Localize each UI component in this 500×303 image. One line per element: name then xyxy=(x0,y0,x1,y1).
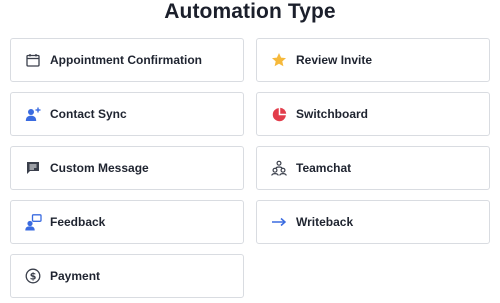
card-label: Teamchat xyxy=(296,161,352,175)
card-writeback[interactable]: Writeback xyxy=(256,200,490,244)
card-contact-sync[interactable]: Contact Sync xyxy=(10,92,244,136)
card-label: Payment xyxy=(50,269,101,283)
card-payment[interactable]: $ Payment xyxy=(10,254,244,298)
card-label: Custom Message xyxy=(50,161,149,175)
card-appointment-confirmation[interactable]: Appointment Confirmation xyxy=(10,38,244,82)
message-icon xyxy=(24,159,42,177)
card-label: Appointment Confirmation xyxy=(50,53,202,67)
page-title: Automation Type xyxy=(164,0,336,23)
arrow-right-icon xyxy=(270,213,288,231)
feedback-icon xyxy=(24,213,42,231)
card-switchboard[interactable]: Switchboard xyxy=(256,92,490,136)
pie-chart-icon xyxy=(270,105,288,123)
card-label: Feedback xyxy=(50,215,106,229)
card-label: Switchboard xyxy=(296,107,369,121)
card-custom-message[interactable]: Custom Message xyxy=(10,146,244,190)
automation-type-grid: Appointment Confirmation Review Invite C… xyxy=(10,38,490,298)
automation-type-page: Automation Type Appointment Confirmation xyxy=(0,0,500,303)
card-teamchat[interactable]: Teamchat xyxy=(256,146,490,190)
calendar-icon xyxy=(24,51,42,69)
team-icon xyxy=(270,159,288,177)
dollar-icon: $ xyxy=(24,267,42,285)
card-review-invite[interactable]: Review Invite xyxy=(256,38,490,82)
star-icon xyxy=(270,51,288,69)
card-label: Review Invite xyxy=(296,53,373,67)
add-contact-icon xyxy=(24,105,42,123)
card-label: Contact Sync xyxy=(50,107,127,121)
card-label: Writeback xyxy=(296,215,354,229)
card-feedback[interactable]: Feedback xyxy=(10,200,244,244)
svg-text:$: $ xyxy=(30,272,37,283)
